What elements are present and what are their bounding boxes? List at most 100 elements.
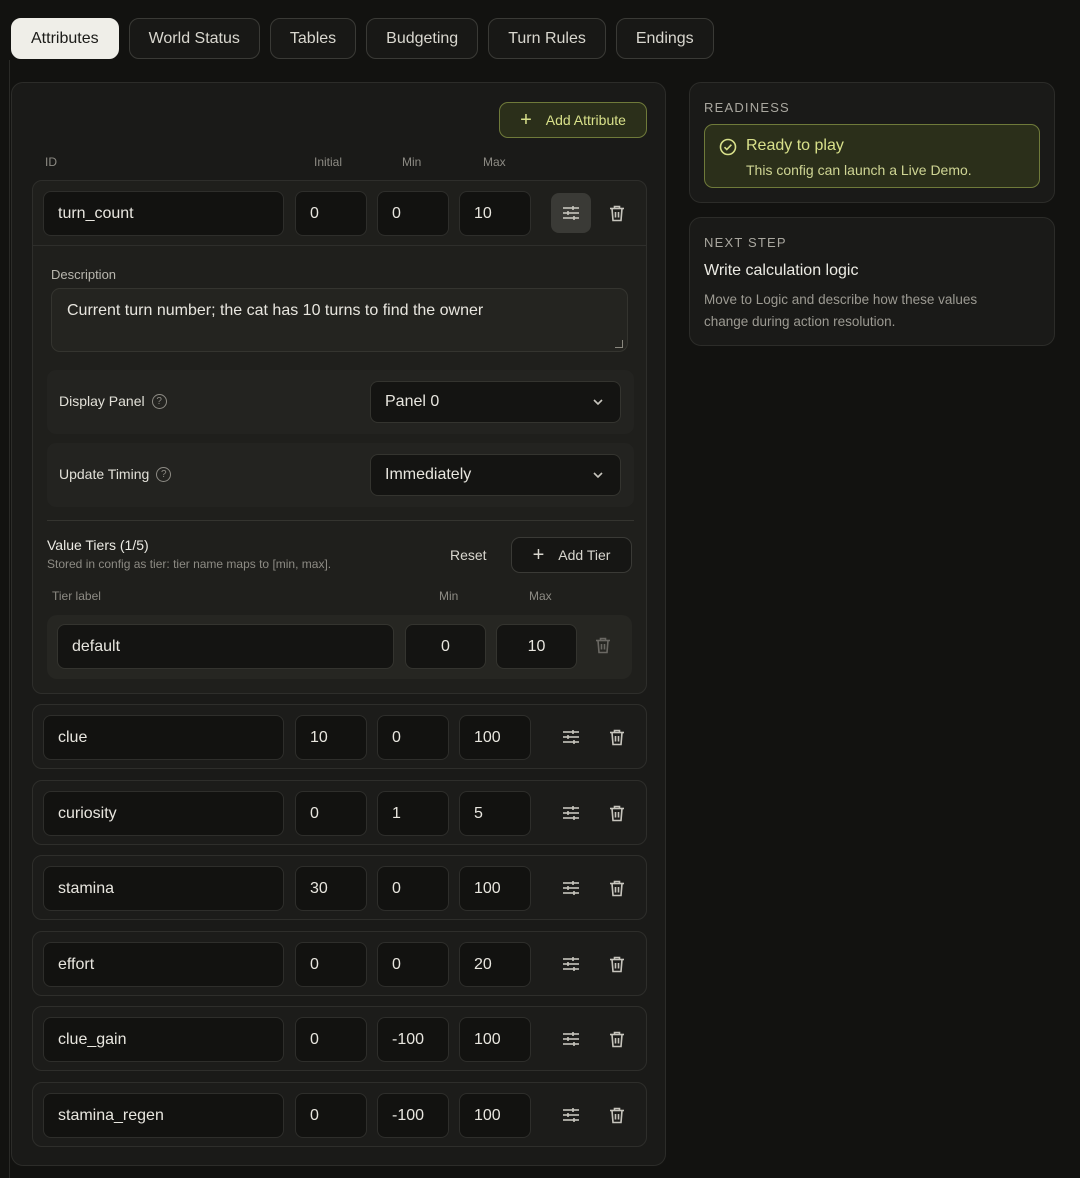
resize-grip-icon[interactable]: [615, 340, 623, 348]
attribute-row: curiosity 0 1 5: [32, 780, 647, 845]
attribute-min-input[interactable]: 1: [377, 791, 449, 836]
tier-column-label: Tier label: [52, 589, 101, 603]
delete-attribute-button[interactable]: [597, 868, 637, 908]
tier-max-input[interactable]: 10: [496, 624, 577, 669]
sliders-icon: [563, 957, 579, 971]
attribute-max-input[interactable]: 100: [459, 715, 531, 760]
attribute-min-input[interactable]: 0: [377, 942, 449, 987]
delete-attribute-button[interactable]: [597, 193, 637, 233]
sliders-icon: [563, 1032, 579, 1046]
attribute-max-input[interactable]: 100: [459, 1093, 531, 1138]
tab-turn-rules[interactable]: Turn Rules: [488, 18, 606, 59]
ready-subtitle: This config can launch a Live Demo.: [746, 162, 972, 178]
attribute-row-fields: curiosity 0 1 5: [43, 791, 638, 836]
attribute-min-input[interactable]: -100: [377, 1017, 449, 1062]
divider: [47, 520, 634, 521]
tier-min-input[interactable]: 0: [405, 624, 486, 669]
delete-attribute-button[interactable]: [597, 1019, 637, 1059]
attributes-card: + Add Attribute ID Initial Min Max turn_…: [11, 82, 666, 1166]
attribute-row: effort 0 0 20: [32, 931, 647, 996]
description-label: Description: [51, 267, 117, 282]
tab-world-status[interactable]: World Status: [128, 18, 260, 59]
attribute-initial-input[interactable]: 0: [295, 191, 367, 236]
tab-endings[interactable]: Endings: [615, 18, 714, 59]
help-icon[interactable]: ?: [156, 466, 172, 482]
tier-row: default 0 10: [47, 615, 632, 679]
attribute-max-input[interactable]: 20: [459, 942, 531, 987]
left-rule: [9, 60, 10, 1178]
tier-column-min: Min: [439, 589, 459, 603]
sliders-icon: [563, 806, 579, 820]
attribute-min-input[interactable]: 0: [377, 866, 449, 911]
reset-tiers-button[interactable]: Reset: [450, 547, 487, 563]
add-tier-button[interactable]: + Add Tier: [511, 537, 632, 573]
attribute-max-input[interactable]: 100: [459, 1017, 531, 1062]
settings-toggle-button[interactable]: [551, 193, 591, 233]
update-timing-select[interactable]: Immediately: [370, 454, 621, 496]
delete-attribute-button[interactable]: [597, 793, 637, 833]
settings-toggle-button[interactable]: [551, 944, 591, 984]
settings-toggle-button[interactable]: [551, 717, 591, 757]
settings-toggle-button[interactable]: [551, 1019, 591, 1059]
display-panel-value: Panel 0: [385, 393, 440, 410]
add-tier-label: Add Tier: [558, 547, 611, 563]
update-timing-value: Immediately: [385, 466, 472, 483]
delete-attribute-button[interactable]: [597, 717, 637, 757]
attribute-id-input[interactable]: curiosity: [43, 791, 284, 836]
sliders-icon: [563, 730, 579, 744]
trash-icon: [610, 1107, 624, 1123]
attribute-id-input[interactable]: effort: [43, 942, 284, 987]
display-panel-label: Display Panel: [59, 393, 145, 409]
attribute-id-input[interactable]: clue: [43, 715, 284, 760]
attribute-row-expanded: turn_count 0 0 10 Description Current tu…: [32, 180, 647, 694]
attribute-initial-input[interactable]: 10: [295, 715, 367, 760]
add-attribute-label: Add Attribute: [545, 112, 626, 128]
settings-toggle-button[interactable]: [551, 793, 591, 833]
attribute-min-input[interactable]: 0: [377, 191, 449, 236]
trash-icon[interactable]: [595, 637, 611, 654]
update-timing-label: Update Timing: [59, 466, 150, 482]
update-timing-label-group: Update Timing ?: [59, 466, 172, 482]
attribute-row-fields: effort 0 0 20: [43, 942, 638, 987]
attribute-row: stamina 30 0 100: [32, 855, 647, 920]
attribute-max-input[interactable]: 5: [459, 791, 531, 836]
attribute-row-fields: clue 10 0 100: [43, 715, 638, 760]
add-attribute-button[interactable]: + Add Attribute: [499, 102, 647, 138]
attribute-id-input[interactable]: turn_count: [43, 191, 284, 236]
display-panel-label-group: Display Panel ?: [59, 393, 167, 409]
trash-icon: [610, 729, 624, 745]
chevron-down-icon: [593, 399, 603, 406]
help-icon[interactable]: ?: [151, 393, 167, 409]
attribute-min-input[interactable]: -100: [377, 1093, 449, 1138]
trash-icon: [610, 205, 624, 221]
settings-toggle-button[interactable]: [551, 1095, 591, 1135]
attribute-row-fields: stamina 30 0 100: [43, 866, 638, 911]
tab-attributes[interactable]: Attributes: [11, 18, 119, 59]
readiness-panel: READINESS Ready to play This config can …: [689, 82, 1055, 203]
attribute-initial-input[interactable]: 0: [295, 1017, 367, 1062]
attribute-row-fields: stamina_regen 0 -100 100: [43, 1093, 638, 1138]
chevron-down-icon: [593, 472, 603, 479]
sliders-icon: [563, 881, 579, 895]
tab-tables[interactable]: Tables: [269, 18, 357, 59]
attribute-max-input[interactable]: 10: [459, 191, 531, 236]
delete-attribute-button[interactable]: [597, 1095, 637, 1135]
tier-label-input[interactable]: default: [57, 624, 394, 669]
attribute-min-input[interactable]: 0: [377, 715, 449, 760]
tab-budgeting[interactable]: Budgeting: [366, 18, 479, 59]
attribute-row: clue 10 0 100: [32, 704, 647, 769]
settings-toggle-button[interactable]: [551, 868, 591, 908]
delete-attribute-button[interactable]: [597, 944, 637, 984]
attribute-id-input[interactable]: clue_gain: [43, 1017, 284, 1062]
attribute-id-input[interactable]: stamina_regen: [43, 1093, 284, 1138]
sliders-icon: [563, 206, 579, 220]
attribute-initial-input[interactable]: 0: [295, 1093, 367, 1138]
display-panel-select[interactable]: Panel 0: [370, 381, 621, 423]
attribute-id-input[interactable]: stamina: [43, 866, 284, 911]
attribute-max-input[interactable]: 100: [459, 866, 531, 911]
attribute-initial-input[interactable]: 0: [295, 791, 367, 836]
attribute-initial-input[interactable]: 30: [295, 866, 367, 911]
description-textarea[interactable]: Current turn number; the cat has 10 turn…: [51, 288, 628, 352]
attribute-initial-input[interactable]: 0: [295, 942, 367, 987]
next-step-title: Write calculation logic: [704, 262, 859, 279]
